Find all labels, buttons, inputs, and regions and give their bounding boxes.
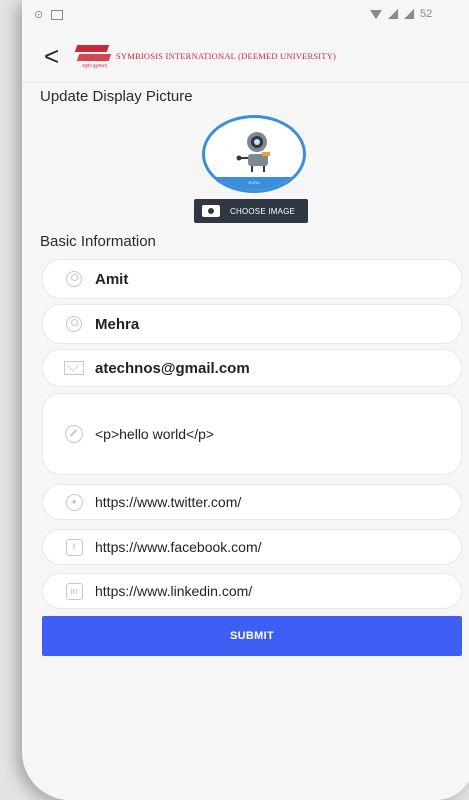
email-input[interactable] [95, 359, 415, 377]
linkedin-field[interactable]: in [42, 573, 462, 609]
phone-screen: ⊙ 52 < वसुधैव कुटुम्बकम् SYMBIOSIS INTER… [22, 0, 469, 800]
wifi-icon [370, 9, 382, 19]
choose-image-label: CHOOSE IMAGE [230, 206, 296, 216]
bio-text[interactable]: <p>hello world</p> [95, 426, 214, 442]
display-picture-title: Update Display Picture [40, 88, 193, 105]
avatar: GURU [202, 115, 306, 193]
facebook-icon: f [63, 538, 85, 556]
camera-icon [202, 205, 220, 217]
linkedin-input[interactable] [95, 583, 415, 599]
user-icon [63, 271, 85, 287]
twitter-input[interactable] [95, 494, 415, 510]
basic-information-title: Basic Information [40, 233, 156, 250]
university-name: SYMBIOSIS INTERNATIONAL (DEEMED UNIVERSI… [116, 51, 337, 61]
gallery-icon [51, 9, 64, 20]
signal-icon [388, 9, 398, 19]
choose-image-button[interactable]: CHOOSE IMAGE [194, 199, 308, 223]
avatar-caption: GURU [248, 180, 260, 185]
university-logo: वसुधैव कुटुम्बकम् [74, 43, 112, 69]
notification-icon: ⊙ [34, 9, 44, 21]
first-name-input[interactable] [95, 270, 415, 288]
back-arrow-icon[interactable]: < [44, 41, 66, 72]
pencil-icon [63, 425, 85, 443]
user-icon [63, 316, 85, 332]
last-name-field[interactable] [42, 304, 462, 344]
mail-icon [63, 360, 85, 376]
last-name-input[interactable] [95, 315, 415, 333]
bio-field[interactable]: <p>hello world</p> [42, 393, 462, 475]
email-field[interactable] [42, 349, 462, 387]
battery-level: 52 [420, 8, 433, 20]
status-bar: ⊙ 52 [22, 0, 469, 30]
first-name-field[interactable] [42, 259, 462, 299]
submit-button[interactable]: SUBMIT [42, 616, 462, 656]
app-header: < वसुधैव कुटुम्बकम् SYMBIOSIS INTERNATIO… [22, 30, 469, 83]
signal-icon-2 [404, 9, 414, 19]
facebook-input[interactable] [95, 539, 415, 555]
twitter-icon: ✦ [63, 493, 85, 511]
twitter-field[interactable]: ✦ [42, 484, 462, 520]
linkedin-icon: in [63, 582, 85, 600]
facebook-field[interactable]: f [42, 529, 462, 565]
